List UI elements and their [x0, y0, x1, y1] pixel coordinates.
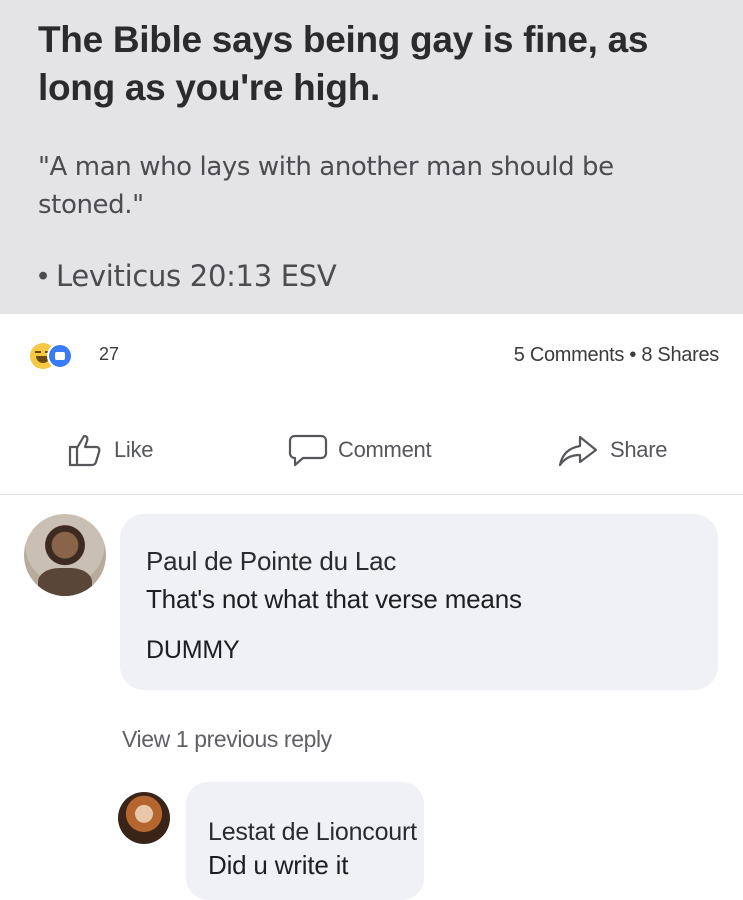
thumbs-up-icon	[68, 434, 101, 467]
like-label: Like	[114, 437, 154, 462]
reply-author[interactable]: Lestat de Lioncourt	[208, 818, 417, 847]
comment-button[interactable]: Comment	[288, 432, 432, 468]
post-actions-bar: Like Comment Share	[0, 418, 743, 478]
like-button[interactable]: Like	[66, 432, 153, 468]
post-image-card[interactable]: The Bible says being gay is fine, as lon…	[0, 0, 743, 314]
comment-label: Comment	[338, 437, 432, 462]
view-previous-replies-link[interactable]: View 1 previous reply	[122, 726, 332, 753]
avatar[interactable]	[118, 792, 170, 844]
comment-text-line-2: DUMMY	[146, 636, 240, 664]
reaction-count[interactable]: 27	[99, 344, 119, 365]
comment-bubble-icon	[288, 434, 328, 467]
comment-author[interactable]: Paul de Pointe du Lac	[146, 546, 396, 577]
comments-shares-count[interactable]: 5 Comments • 8 Shares	[514, 344, 720, 367]
post-headline: The Bible says being gay is fine, as lon…	[38, 19, 649, 108]
avatar[interactable]	[24, 514, 106, 596]
share-button[interactable]: Share	[556, 432, 668, 468]
reply-text: Did u write it	[208, 850, 349, 880]
post-quote: "A man who lays with another man should …	[38, 152, 614, 220]
comment-text: That's not what that verse means	[146, 584, 522, 614]
reactions-bar: 27 5 Comments • 8 Shares	[0, 330, 743, 380]
like-icon	[47, 343, 73, 369]
share-label: Share	[610, 437, 668, 462]
share-arrow-icon	[558, 435, 598, 467]
divider	[0, 494, 743, 495]
post-citation: Leviticus 20:13 ESV	[56, 259, 337, 293]
reaction-icons[interactable]	[30, 343, 100, 369]
citation-bullet: •	[38, 260, 49, 292]
